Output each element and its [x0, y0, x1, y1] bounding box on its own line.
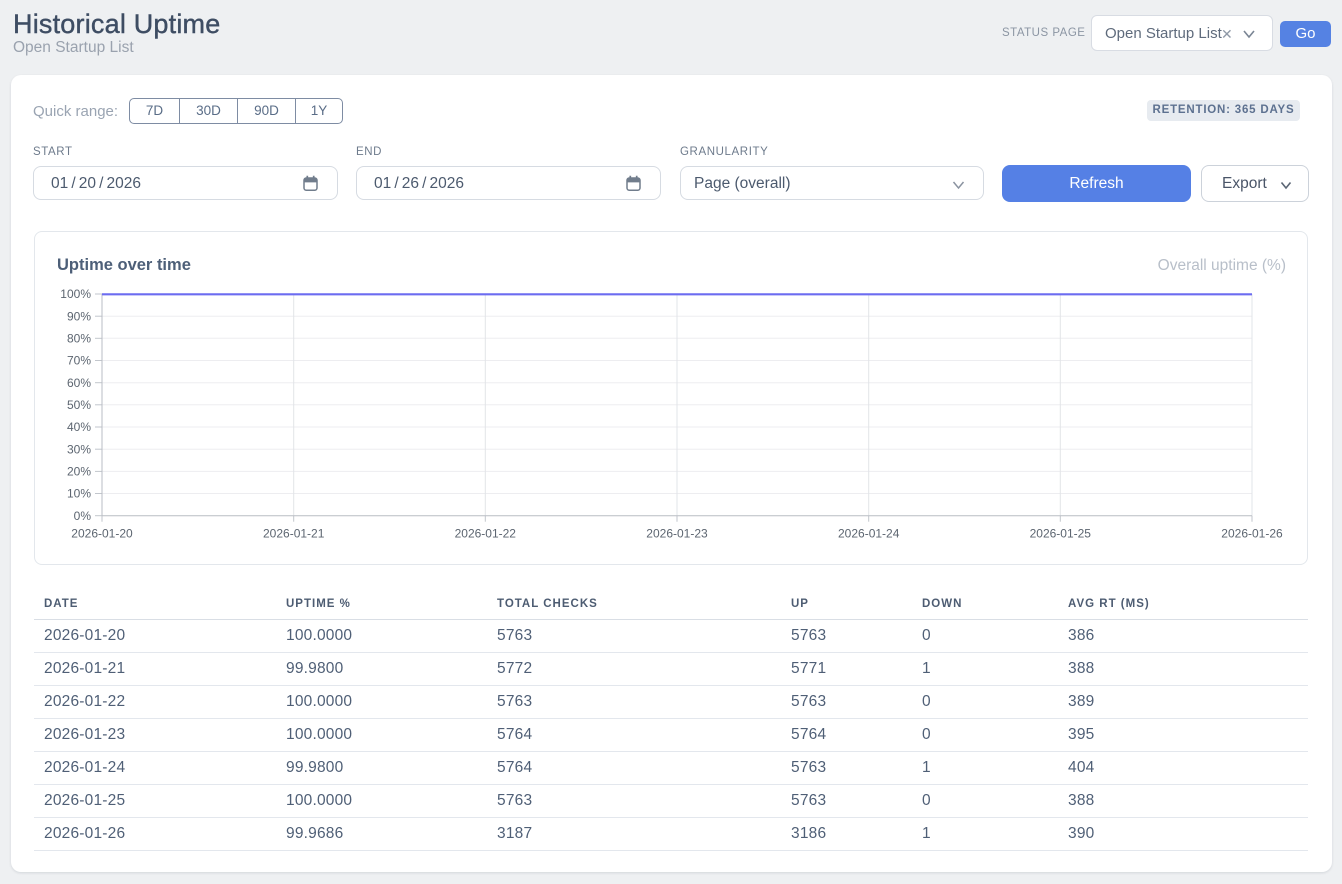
svg-text:2026-01-20: 2026-01-20: [71, 526, 133, 540]
svg-text:2026-01-24: 2026-01-24: [838, 526, 900, 540]
svg-text:10%: 10%: [67, 487, 91, 501]
svg-text:60%: 60%: [67, 376, 91, 390]
svg-text:20%: 20%: [67, 465, 91, 479]
svg-text:40%: 40%: [67, 420, 91, 434]
svg-text:2026-01-22: 2026-01-22: [455, 526, 517, 540]
svg-text:80%: 80%: [67, 332, 91, 346]
svg-text:100%: 100%: [60, 287, 91, 301]
svg-text:50%: 50%: [67, 398, 91, 412]
svg-text:30%: 30%: [67, 442, 91, 456]
svg-text:2026-01-26: 2026-01-26: [1221, 526, 1283, 540]
svg-text:2026-01-25: 2026-01-25: [1030, 526, 1092, 540]
svg-text:90%: 90%: [67, 309, 91, 323]
svg-text:70%: 70%: [67, 354, 91, 368]
svg-text:2026-01-21: 2026-01-21: [263, 526, 325, 540]
svg-text:2026-01-23: 2026-01-23: [646, 526, 708, 540]
svg-text:0%: 0%: [74, 509, 92, 523]
